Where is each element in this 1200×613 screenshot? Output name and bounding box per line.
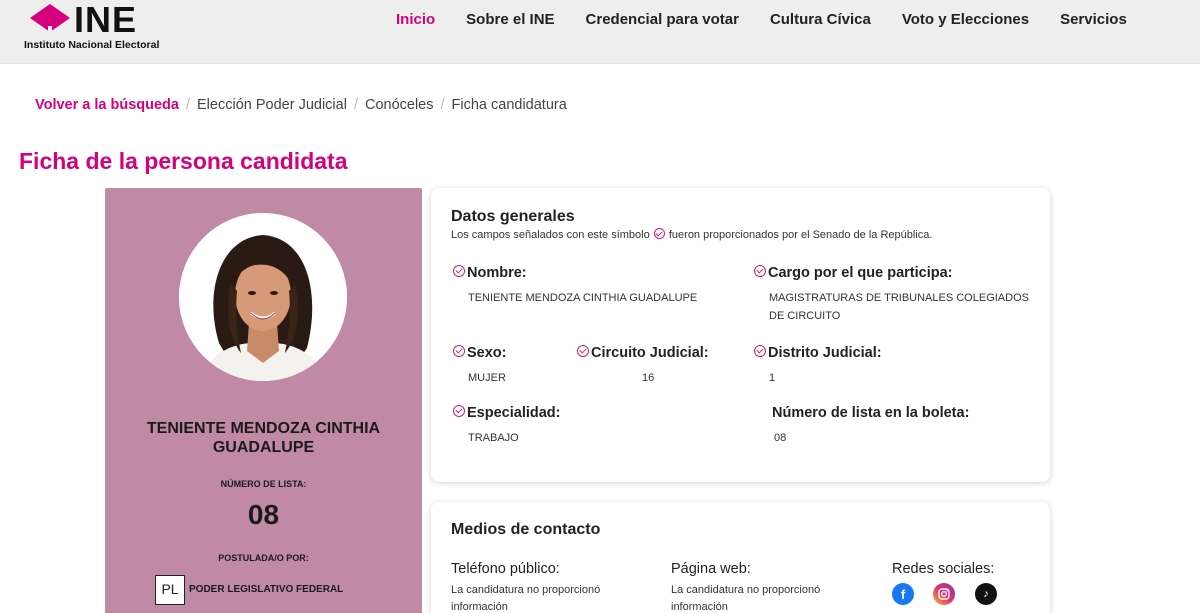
senate-check-icon [653, 228, 665, 239]
candidate-portrait-icon [179, 213, 347, 381]
field-sexo: Sexo: MUJER [452, 345, 562, 387]
nav-item-voto-elecciones[interactable]: Voto y Elecciones [902, 11, 1029, 29]
main-nav: Inicio Sobre el INE Credencial para vota… [396, 11, 1158, 29]
nav-item-credencial[interactable]: Credencial para votar [586, 11, 739, 29]
nav-item-inicio[interactable]: Inicio [396, 11, 435, 29]
field-especialidad: Especialidad: TRABAJO [452, 405, 652, 447]
numero-lista-value: 08 [774, 432, 787, 444]
logo-diamond-icon [30, 4, 70, 18]
pagina-web-value: La candidatura no proporcionó informació… [671, 584, 821, 613]
nav-item-sobre-el-ine[interactable]: Sobre el INE [466, 11, 554, 29]
list-number-label: NÚMERO DE LISTA: [220, 479, 307, 489]
distrito-value: 1 [769, 372, 776, 384]
site-header: INE Instituto Nacional Electoral Inicio … [0, 0, 1200, 64]
list-number-value: 08 [247, 499, 280, 530]
page-title: Ficha de la persona candidata [19, 148, 348, 174]
postulated-label: POSTULADA/O POR: [218, 553, 309, 563]
ine-logo[interactable]: INE Instituto Nacional Electoral [24, 2, 184, 52]
field-cargo: Cargo por el que participa: MAGISTRATURA… [753, 265, 1033, 325]
candidate-name: TENIENTE MENDOZA CINTHIA GUADALUPE [146, 420, 381, 456]
breadcrumb-item-eleccion[interactable]: Elección Poder Judicial [197, 97, 347, 113]
facebook-icon[interactable]: f [892, 583, 914, 605]
field-distrito: Distrito Judicial: 1 [753, 345, 953, 387]
nombre-value: TENIENTE MENDOZA CINTHIA GUADALUPE [468, 292, 698, 304]
back-to-search-link[interactable]: Volver a la búsqueda [35, 97, 179, 113]
postulated-code-badge: PL [155, 575, 185, 605]
breadcrumb-separator: / [440, 97, 445, 113]
breadcrumb: Volver a la búsqueda / Elección Poder Ju… [35, 97, 567, 113]
numero-lista-label: Número de lista en la boleta: [772, 405, 970, 421]
especialidad-label: Especialidad: [467, 405, 561, 421]
breadcrumb-item-conoceles[interactable]: Conóceles [365, 97, 434, 113]
general-data-title: Datos generales [451, 208, 575, 225]
field-nombre: Nombre: TENIENTE MENDOZA CINTHIA GUADALU… [452, 265, 742, 307]
breadcrumb-separator: / [185, 97, 191, 113]
instagram-glyph-icon [938, 588, 950, 600]
postulated-by-value: PODER LEGISLATIVO FEDERAL [189, 584, 344, 595]
cargo-label: Cargo por el que participa: [768, 265, 953, 281]
senate-check-icon [453, 405, 465, 417]
telefono-value: La candidatura no proporcionó informació… [451, 584, 601, 613]
sexo-label: Sexo: [467, 345, 507, 361]
candidate-photo [179, 213, 347, 381]
instagram-icon[interactable] [933, 583, 955, 605]
redes-sociales-label: Redes sociales: [892, 561, 995, 577]
general-data-note: Los campos señalados con este símbolo fu… [451, 228, 932, 241]
sexo-value: MUJER [468, 372, 506, 384]
note-text-after: fueron proporcionados por el Senado de l… [668, 229, 933, 241]
nombre-label: Nombre: [467, 265, 527, 281]
nav-item-cultura-civica[interactable]: Cultura Cívica [770, 11, 871, 29]
circuito-value: 16 [642, 372, 655, 384]
cargo-value: MAGISTRATURAS DE TRIBUNALES COLEGIADOS D… [769, 292, 1029, 322]
distrito-label: Distrito Judicial: [768, 345, 882, 361]
logo-text: INE [74, 0, 138, 40]
field-circuito: Circuito Judicial: 16 [576, 345, 736, 387]
senate-check-icon [577, 345, 589, 357]
breadcrumb-separator: / [353, 97, 358, 113]
telefono-label: Teléfono público: [451, 561, 560, 577]
senate-check-icon [754, 265, 766, 277]
candidate-card: TENIENTE MENDOZA CINTHIA GUADALUPE NÚMER… [105, 188, 422, 613]
senate-check-icon [453, 345, 465, 357]
senate-check-icon [754, 345, 766, 357]
especialidad-value: TRABAJO [468, 432, 519, 444]
contact-panel: Medios de contacto Teléfono público: La … [431, 502, 1050, 613]
contact-title: Medios de contacto [451, 521, 601, 538]
note-text-before: Los campos señalados con este símbolo [451, 229, 650, 241]
pagina-web-label: Página web: [671, 561, 751, 577]
field-numero-lista: Número de lista en la boleta: 08 [772, 405, 1022, 447]
general-data-panel: Datos generales Los campos señalados con… [431, 188, 1050, 482]
tiktok-icon[interactable]: ♪ [975, 583, 997, 605]
breadcrumb-item-current: Ficha candidatura [451, 97, 567, 113]
logo-subtitle: Instituto Nacional Electoral [24, 39, 160, 51]
senate-check-icon [453, 265, 465, 277]
nav-item-servicios[interactable]: Servicios [1060, 11, 1127, 29]
circuito-label: Circuito Judicial: [591, 345, 709, 361]
logo-notch [48, 26, 52, 36]
